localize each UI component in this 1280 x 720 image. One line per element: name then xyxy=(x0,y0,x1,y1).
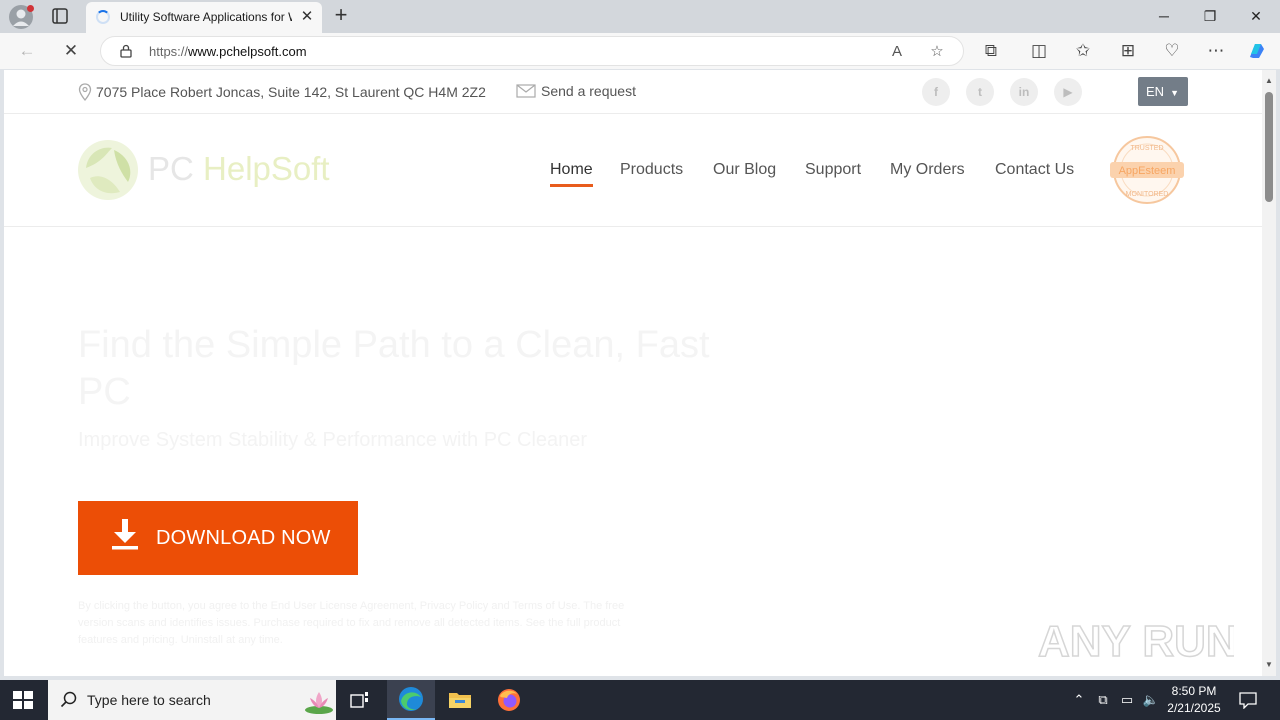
nav-support[interactable]: Support xyxy=(805,161,861,179)
url-text[interactable]: https://www.pchelpsoft.com xyxy=(149,44,307,59)
appesteem-badge[interactable]: TRUSTED AppEsteem MONITORED xyxy=(1106,135,1188,205)
download-icon xyxy=(112,519,138,550)
tab-actions-icon[interactable] xyxy=(50,6,70,26)
lock-icon[interactable] xyxy=(119,44,133,58)
browser-toolbar: ← ✕ https://www.pchelpsoft.com A ☆ ⧉ ◫ ✩… xyxy=(0,33,1280,69)
taskbar-edge-button[interactable] xyxy=(387,680,435,720)
split-screen-icon[interactable]: ◫ xyxy=(1028,40,1050,62)
scroll-up-icon[interactable]: ▲ xyxy=(1264,76,1274,86)
leaf-logo-icon[interactable] xyxy=(76,138,140,202)
close-window-icon[interactable]: ✕ xyxy=(1236,4,1276,28)
location-pin-icon xyxy=(78,83,92,101)
url-scheme: https:// xyxy=(149,44,189,59)
badge-middle-text: AppEsteem xyxy=(1119,165,1176,177)
firefox-icon xyxy=(498,689,520,711)
license-disclaimer: By clicking the button, you agree to the… xyxy=(78,600,625,646)
search-icon xyxy=(60,691,77,708)
taskbar-search-box[interactable]: Type here to search xyxy=(48,680,336,720)
edge-icon xyxy=(399,687,423,711)
tab-title: Utility Software Applications for Window… xyxy=(120,10,292,24)
language-label: EN xyxy=(1146,84,1165,99)
site-logo-text[interactable]: PC HelpSoft xyxy=(148,150,330,188)
clock-time: 8:50 PM xyxy=(1171,684,1217,698)
taskbar-firefox-button[interactable] xyxy=(485,680,533,720)
scroll-down-icon[interactable]: ▼ xyxy=(1264,660,1274,670)
address-bar[interactable]: https://www.pchelpsoft.com A ☆ xyxy=(100,36,964,66)
more-menu-icon[interactable]: ⋯ xyxy=(1205,40,1227,62)
facebook-icon[interactable]: f xyxy=(922,78,950,106)
volume-icon[interactable]: 🔈 xyxy=(1142,692,1160,710)
system-clock[interactable]: 8:50 PM 2/21/2025 xyxy=(1160,683,1228,717)
taskbar-file-explorer-button[interactable] xyxy=(436,680,484,720)
favorites-icon[interactable]: ✩ xyxy=(1072,40,1094,62)
send-request-text: Send a request xyxy=(541,83,636,99)
linkedin-icon[interactable]: in xyxy=(1010,78,1038,106)
address-text: 7075 Place Robert Joncas, Suite 142, St … xyxy=(96,84,486,100)
task-view-icon xyxy=(350,692,368,708)
folder-icon xyxy=(449,693,471,708)
nav-home[interactable]: Home xyxy=(550,161,593,179)
caret-down-icon: ▼ xyxy=(1170,88,1179,98)
send-request-link[interactable]: Send a request xyxy=(516,83,636,99)
hero-subtitle: Improve System Stability & Performance w… xyxy=(78,429,588,451)
clock-date: 2/21/2025 xyxy=(1167,701,1221,715)
site-top-bar: 7075 Place Robert Joncas, Suite 142, St … xyxy=(4,70,1262,114)
logo-text-pc: PC xyxy=(148,150,204,187)
read-aloud-icon[interactable]: A xyxy=(887,42,907,62)
restore-icon[interactable]: ❐ xyxy=(1190,4,1230,28)
language-dropdown[interactable]: EN ▼ xyxy=(1138,77,1188,106)
notification-center-icon[interactable] xyxy=(1238,691,1258,709)
favorite-star-icon[interactable]: ☆ xyxy=(927,42,947,62)
watermark-text: ANY RUN xyxy=(1038,617,1234,666)
anyrun-watermark: ANY RUN xyxy=(1037,616,1234,667)
download-now-button[interactable]: DOWNLOAD NOW xyxy=(78,501,358,575)
browser-essentials-icon[interactable]: ♡ xyxy=(1161,40,1183,62)
extensions-icon[interactable]: ⧉ xyxy=(980,40,1002,62)
nav-active-underline xyxy=(550,184,593,187)
lotus-flower-icon xyxy=(305,692,333,714)
site-header: PC HelpSoft Home Products Our Blog Suppo… xyxy=(4,114,1262,227)
hero-title: Find the Simple Path to a Clean, Fast PC xyxy=(78,324,710,413)
logo-text-helpsoft: HelpSoft xyxy=(203,150,330,187)
windows-taskbar: Type here to search ⌃ ⧉ ▭ 🔈 8:50 PM 2/21… xyxy=(0,680,1280,720)
network-icon[interactable]: ▭ xyxy=(1118,692,1136,710)
url-host: www.pchelpsoft.com xyxy=(188,44,307,59)
browser-tab-bar: Utility Software Applications for Window… xyxy=(0,0,1280,33)
windows-start-icon[interactable] xyxy=(12,690,34,710)
badge-top-text: TRUSTED xyxy=(1130,145,1163,152)
show-hidden-icons-icon[interactable]: ⌃ xyxy=(1070,692,1088,710)
notification-dot xyxy=(27,5,34,12)
collections-icon[interactable]: ⊞ xyxy=(1117,40,1139,62)
loading-spinner-icon xyxy=(96,10,110,24)
envelope-icon xyxy=(516,84,536,98)
meet-now-icon[interactable]: ⧉ xyxy=(1094,692,1112,710)
stop-loading-icon[interactable]: ✕ xyxy=(60,40,82,62)
company-address: 7075 Place Robert Joncas, Suite 142, St … xyxy=(78,83,486,101)
new-tab-icon[interactable]: + xyxy=(330,4,352,28)
close-tab-icon[interactable]: ✕ xyxy=(298,8,316,26)
back-icon[interactable]: ← xyxy=(16,40,38,62)
twitter-icon[interactable]: t xyxy=(966,78,994,106)
badge-bottom-text: MONITORED xyxy=(1126,191,1169,198)
minimize-icon[interactable]: ─ xyxy=(1144,4,1184,28)
nav-products[interactable]: Products xyxy=(620,161,683,179)
nav-contact-us[interactable]: Contact Us xyxy=(995,161,1074,179)
active-tab[interactable]: Utility Software Applications for Window… xyxy=(86,2,322,33)
copilot-icon[interactable] xyxy=(1246,40,1268,62)
task-view-button[interactable] xyxy=(336,680,384,720)
web-page-viewport: 7075 Place Robert Joncas, Suite 142, St … xyxy=(4,70,1262,676)
nav-our-blog[interactable]: Our Blog xyxy=(713,161,776,179)
search-placeholder: Type here to search xyxy=(87,692,211,708)
youtube-icon[interactable]: ▶ xyxy=(1054,78,1082,106)
page-scrollbar[interactable]: ▲ ▼ xyxy=(1262,70,1276,676)
nav-my-orders[interactable]: My Orders xyxy=(890,161,965,179)
download-now-label: DOWNLOAD NOW xyxy=(156,527,331,549)
scrollbar-thumb[interactable] xyxy=(1265,92,1273,202)
